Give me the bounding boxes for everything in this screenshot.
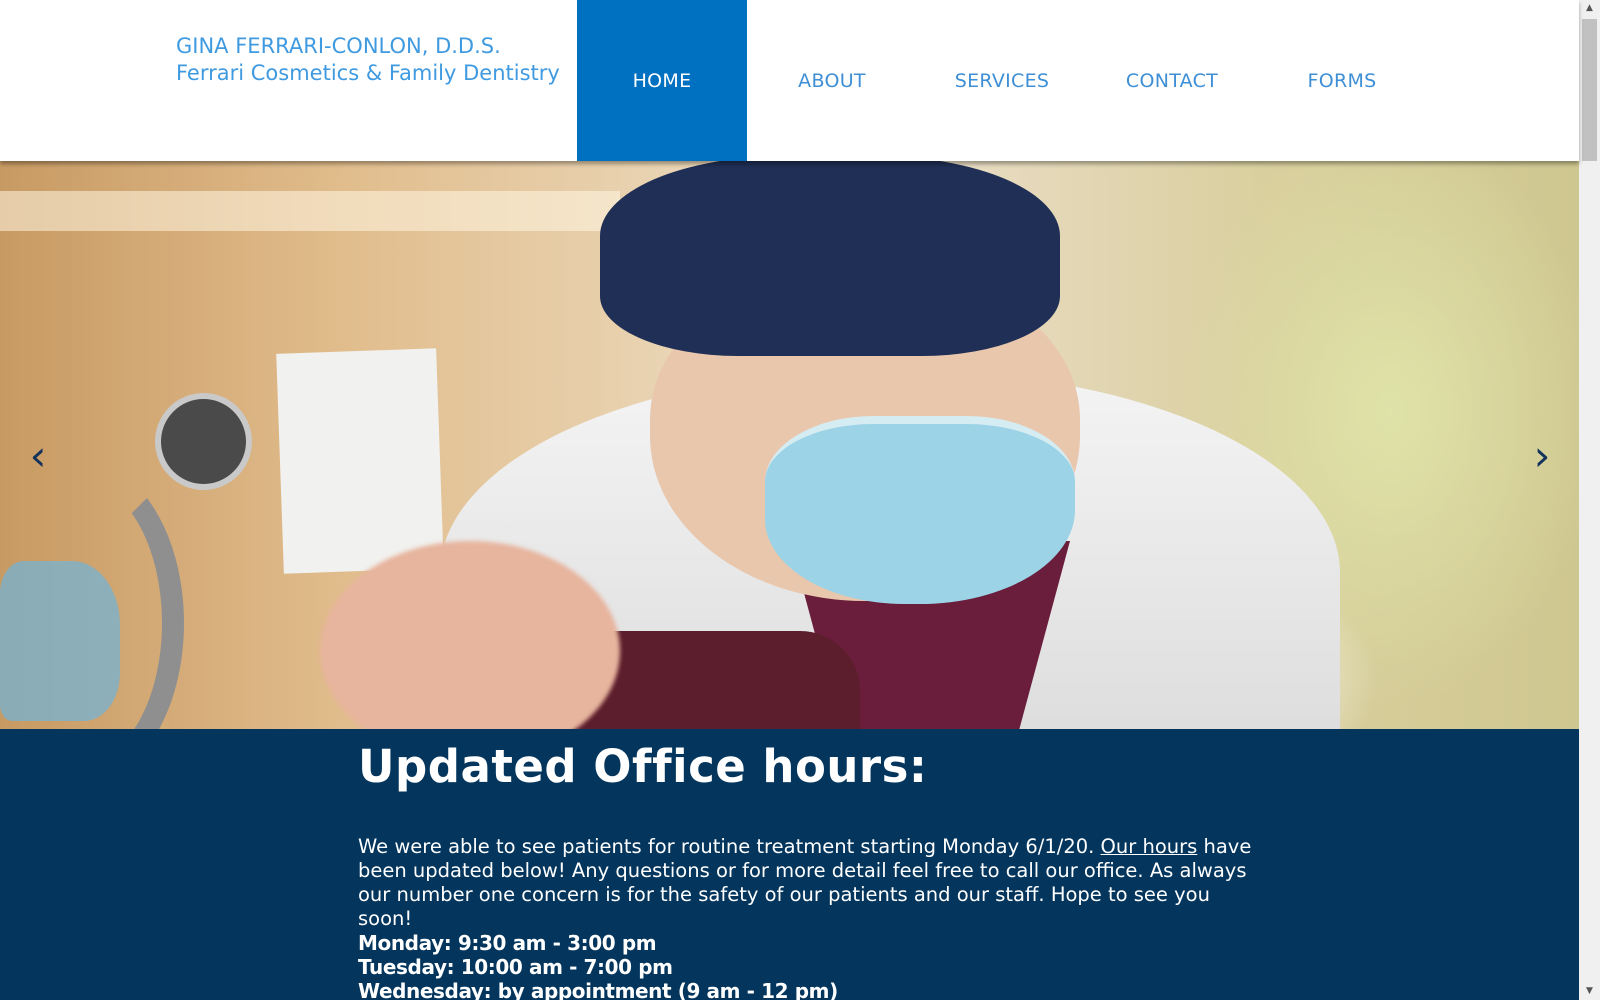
dentist-mask bbox=[765, 416, 1075, 604]
chevron-left-icon[interactable]: ‹ bbox=[18, 431, 58, 481]
nav-contact[interactable]: CONTACT bbox=[1087, 0, 1257, 161]
nav-services[interactable]: SERVICES bbox=[917, 0, 1087, 161]
brand-name[interactable]: GINA FERRARI-CONLON, D.D.S. bbox=[176, 33, 560, 60]
dental-chair-cover bbox=[0, 561, 120, 721]
office-hours-section: Updated Office hours: We were able to se… bbox=[0, 729, 1579, 1003]
background-clipboard bbox=[276, 348, 444, 574]
hours-list: Monday: 9:30 am - 3:00 pm Tuesday: 10:00… bbox=[358, 931, 838, 1003]
hours-wednesday: Wednesday: by appointment (9 am - 12 pm) bbox=[358, 979, 838, 1003]
scroll-down-arrow-icon[interactable]: ▼ bbox=[1579, 983, 1600, 1000]
chevron-right-icon[interactable]: › bbox=[1522, 431, 1562, 481]
nav-forms[interactable]: FORMS bbox=[1257, 0, 1427, 161]
section-heading: Updated Office hours: bbox=[358, 740, 928, 793]
hours-tuesday: Tuesday: 10:00 am - 7:00 pm bbox=[358, 955, 673, 979]
vertical-scrollbar[interactable]: ▲ ▼ bbox=[1579, 0, 1600, 1000]
main-nav: HOME ABOUT SERVICES CONTACT FORMS bbox=[577, 0, 1427, 161]
nav-about[interactable]: ABOUT bbox=[747, 0, 917, 161]
office-hours-paragraph: We were able to see patients for routine… bbox=[358, 835, 1268, 931]
site-header: GINA FERRARI-CONLON, D.D.S. Ferrari Cosm… bbox=[0, 0, 1579, 161]
scroll-up-arrow-icon[interactable]: ▲ bbox=[1579, 0, 1600, 17]
background-device bbox=[155, 393, 252, 490]
dentist-cap bbox=[600, 161, 1060, 356]
site-logo-text[interactable]: GINA FERRARI-CONLON, D.D.S. Ferrari Cosm… bbox=[176, 33, 560, 87]
hero-slideshow: ‹ › bbox=[0, 161, 1579, 729]
background-shelf bbox=[0, 191, 620, 231]
paragraph-text-start: We were able to see patients for routine… bbox=[358, 835, 1101, 858]
scrollbar-thumb[interactable] bbox=[1582, 19, 1597, 161]
our-hours-link[interactable]: Our hours bbox=[1101, 835, 1198, 858]
hours-monday: Monday: 9:30 am - 3:00 pm bbox=[358, 931, 657, 955]
brand-tagline[interactable]: Ferrari Cosmetics & Family Dentistry bbox=[176, 60, 560, 87]
nav-home[interactable]: HOME bbox=[577, 0, 747, 161]
